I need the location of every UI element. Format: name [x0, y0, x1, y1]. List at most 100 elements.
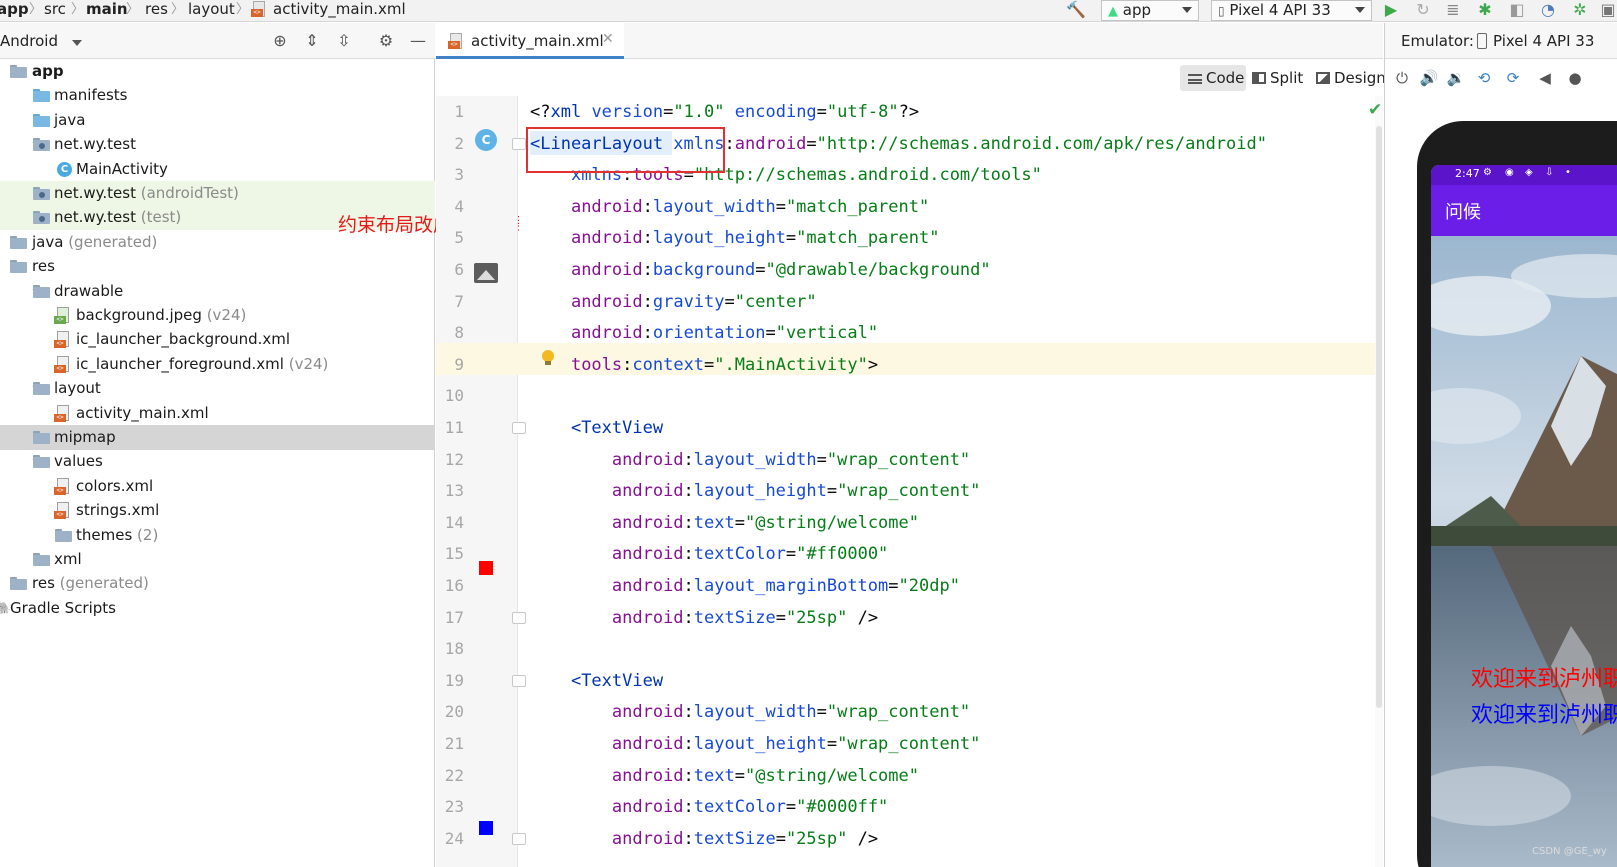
tree-item[interactable]: <> activity_main.xml	[0, 401, 435, 426]
tree-item[interactable]: <> colors.xml	[0, 474, 435, 499]
emulator-device-tab[interactable]: Pixel 4 API 33	[1493, 32, 1594, 50]
code-view-button[interactable]: Code	[1188, 65, 1244, 91]
chevron-down-icon[interactable]	[72, 40, 82, 46]
breadcrumb-separator: 〉	[171, 2, 185, 17]
code-line[interactable]: android:layout_height="wrap_content"	[530, 728, 981, 760]
tree-item-label: layout	[54, 379, 101, 398]
tree-item-label: res (generated)	[32, 574, 149, 593]
breadcrumb-main[interactable]: main	[86, 0, 128, 22]
tree-item[interactable]: values	[0, 449, 435, 474]
tree-item[interactable]: C MainActivity	[0, 157, 435, 182]
rotate-right-icon[interactable]: ⟳	[1503, 68, 1523, 88]
code-line[interactable]: android:layout_width="wrap_content"	[530, 444, 970, 476]
color-swatch-blue[interactable]	[479, 821, 493, 835]
breadcrumb-layout[interactable]: layout	[188, 0, 235, 22]
back-icon[interactable]: ◀	[1535, 68, 1555, 88]
locate-icon[interactable]: ⊕	[270, 31, 290, 51]
tree-item[interactable]: <> ic_launcher_background.xml	[0, 327, 435, 352]
tree-item[interactable]: drawable	[0, 279, 435, 304]
fold-marker-icon[interactable]	[512, 137, 526, 150]
more-icon[interactable]: ▣	[1598, 0, 1617, 20]
code-line[interactable]: <TextView	[530, 665, 663, 697]
collapse-all-icon[interactable]: ⇳	[334, 31, 354, 51]
project-view-selector[interactable]: Android	[0, 32, 58, 50]
code-line[interactable]: android:layout_marginBottom="20dp"	[530, 570, 960, 602]
tree-item-suffix: (generated)	[63, 232, 158, 251]
tree-item[interactable]: <> background.jpeg (v24)	[0, 303, 435, 328]
fold-marker-icon[interactable]	[512, 674, 526, 687]
code-line[interactable]: android:text="@string/welcome"	[530, 760, 919, 792]
run-icon[interactable]: ▶	[1381, 0, 1401, 20]
tree-item[interactable]: manifests	[0, 83, 435, 108]
code-line[interactable]: android:background="@drawable/background…	[530, 254, 991, 286]
app-title: 问候	[1445, 202, 1481, 223]
color-swatch-red[interactable]	[479, 561, 493, 575]
code-line[interactable]: android:gravity="center"	[530, 286, 817, 318]
phone-screen[interactable]: 2:47 ⚙ ◉ ◈ ⇩ • 问候 欢迎来到泸州 欢迎来到泸州	[1431, 165, 1617, 867]
tree-item[interactable]: res	[0, 254, 435, 279]
tab-activity-main[interactable]: <> activity_main.xml ✕	[436, 23, 624, 59]
code-line[interactable]: android:layout_width="match_parent"	[530, 191, 929, 223]
xml-file-icon: <>	[54, 355, 70, 373]
volume-up-icon[interactable]: 🔊	[1419, 68, 1439, 88]
tree-item[interactable]: <> ic_launcher_foreground.xml (v24)	[0, 352, 435, 377]
tree-item[interactable]: app	[0, 59, 435, 84]
code-line[interactable]: android:layout_height="wrap_content"	[530, 475, 981, 507]
breadcrumb-activity-main[interactable]: activity_main.xml	[273, 0, 406, 22]
profiler-icon[interactable]: ◔	[1538, 0, 1558, 20]
tree-item[interactable]: 🐘 Gradle Scripts	[0, 596, 435, 621]
hammer-build-icon[interactable]: 🔨	[1066, 0, 1086, 20]
rotate-left-icon[interactable]: ⟲	[1474, 68, 1494, 88]
fold-marker-icon[interactable]	[512, 422, 526, 434]
breadcrumb-res[interactable]: res	[145, 0, 168, 22]
attach-debugger-icon[interactable]: ◧	[1507, 0, 1527, 20]
volume-down-icon[interactable]: 🔉	[1446, 68, 1466, 88]
folder-icon	[33, 382, 50, 396]
tree-item[interactable]: net.wy.test	[0, 132, 435, 157]
lightbulb-icon[interactable]	[542, 350, 554, 366]
run-config-dropdown[interactable]: ▲ app	[1101, 0, 1199, 21]
tree-item[interactable]: xml	[0, 547, 435, 572]
minimize-icon[interactable]: —	[408, 31, 428, 51]
tree-item[interactable]: net.wy.test (androidTest)	[0, 181, 435, 206]
fold-marker-icon[interactable]	[512, 832, 526, 845]
code-line[interactable]: <TextView	[530, 412, 663, 444]
code-line[interactable]: android:textColor="#0000ff"	[530, 791, 888, 823]
tree-item[interactable]: res (generated)	[0, 571, 435, 596]
code-line[interactable]: <?xml version="1.0" encoding="utf-8"?>	[530, 96, 919, 128]
home-icon[interactable]: ●	[1565, 68, 1585, 88]
scrollbar-thumb[interactable]	[1376, 126, 1382, 708]
expand-all-icon[interactable]: ⇕	[302, 31, 322, 51]
class-gutter-icon[interactable]: C	[475, 129, 497, 151]
tree-item[interactable]: mipmap	[0, 425, 435, 450]
code-line[interactable]: tools:context=".MainActivity">	[530, 349, 878, 381]
code-line[interactable]: android:textColor="#ff0000"	[530, 538, 888, 570]
fold-marker-icon[interactable]	[512, 611, 526, 624]
code-line[interactable]: android:orientation="vertical"	[530, 317, 878, 349]
split-view-button[interactable]: Split	[1252, 65, 1303, 91]
power-icon[interactable]: ⏻	[1392, 68, 1412, 88]
apply-changes-icon[interactable]: ≣	[1443, 0, 1463, 20]
tree-item[interactable]: java	[0, 108, 435, 133]
tree-item[interactable]: layout	[0, 376, 435, 401]
debug-icon[interactable]: ✱	[1475, 0, 1495, 20]
code-line[interactable]: android:text="@string/welcome"	[530, 507, 919, 539]
image-preview-icon[interactable]	[474, 263, 498, 283]
code-line[interactable]: android:textSize="25sp" />	[530, 602, 878, 634]
breadcrumb-src[interactable]: src	[44, 0, 66, 22]
line-number: 2	[454, 133, 464, 153]
design-view-button[interactable]: Design	[1316, 65, 1386, 91]
tree-item[interactable]: themes (2)	[0, 523, 435, 548]
breadcrumb-app[interactable]: app	[0, 0, 29, 22]
rerun-icon[interactable]: ↻	[1413, 0, 1433, 20]
code-line[interactable]: android:layout_height="match_parent"	[530, 222, 940, 254]
code-line[interactable]: android:layout_width="wrap_content"	[530, 696, 970, 728]
design-image-icon	[1316, 72, 1330, 84]
close-icon[interactable]: ✕	[602, 31, 614, 47]
tree-item[interactable]: <> strings.xml	[0, 498, 435, 523]
sync-icon[interactable]: ✲	[1570, 0, 1590, 20]
project-panel: Android ⊕ ⇕ ⇳ ⚙ — app manifests java net.wy…	[0, 23, 528, 867]
device-dropdown[interactable]: ▯ Pixel 4 API 33	[1211, 0, 1372, 21]
code-line[interactable]: android:textSize="25sp" />	[530, 823, 878, 855]
gear-icon[interactable]: ⚙	[376, 31, 396, 51]
